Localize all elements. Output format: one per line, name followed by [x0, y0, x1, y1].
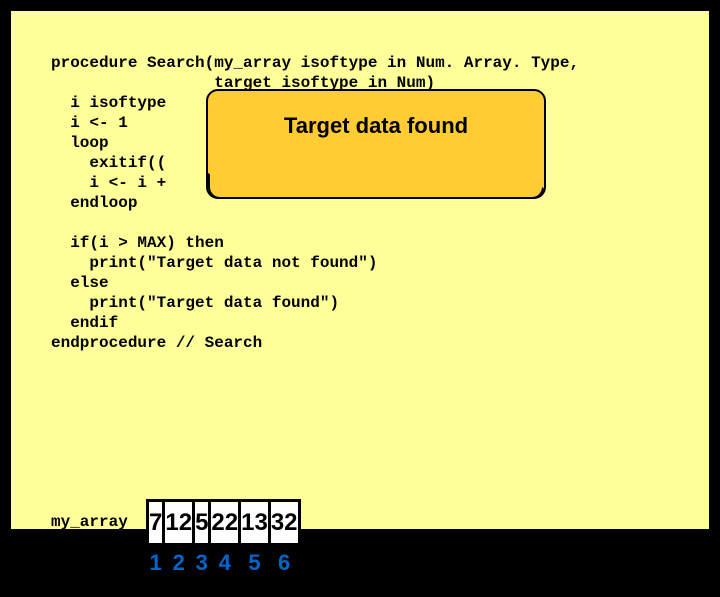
code-line: endif	[51, 314, 118, 332]
array-index: 1	[148, 545, 164, 581]
slide-frame: procedure Search(my_array isoftype in Nu…	[8, 8, 712, 532]
array-cell: 7	[148, 501, 164, 545]
code-line: if(i > MAX) then	[51, 234, 224, 252]
code-line: print("Target data found")	[51, 294, 339, 312]
code-line: loop	[51, 134, 109, 152]
code-line: i <- i +	[51, 174, 166, 192]
array-index: 3	[194, 545, 210, 581]
callout-box: Target data found	[206, 89, 546, 199]
array-cell: 12	[164, 501, 194, 545]
code-line: endprocedure // Search	[51, 334, 262, 352]
array-indices-row: 1 2 3 4 5 6	[148, 545, 300, 581]
code-block: procedure Search(my_array isoftype in Nu…	[51, 33, 669, 373]
array-index: 5	[240, 545, 270, 581]
target-label: target = 13	[39, 555, 89, 597]
code-line: i isoftype	[51, 94, 166, 112]
array-cell: 22	[210, 501, 240, 545]
array-values-row: 7 12 5 22 13 32	[148, 501, 300, 545]
code-line: i <- 1	[51, 114, 128, 132]
array-cell: 13	[240, 501, 270, 545]
array-index: 2	[164, 545, 194, 581]
code-line: procedure Search(my_array isoftype in Nu…	[51, 54, 579, 72]
array-index: 4	[210, 545, 240, 581]
callout-text: Target data found	[284, 113, 468, 139]
code-line: print("Target data not found")	[51, 254, 377, 272]
array-cell: 32	[269, 501, 299, 545]
code-line: else	[51, 274, 109, 292]
array-index: 6	[269, 545, 299, 581]
array-cell: 5	[194, 501, 210, 545]
code-line: endloop	[51, 194, 137, 212]
array-label: my_array	[51, 513, 128, 531]
